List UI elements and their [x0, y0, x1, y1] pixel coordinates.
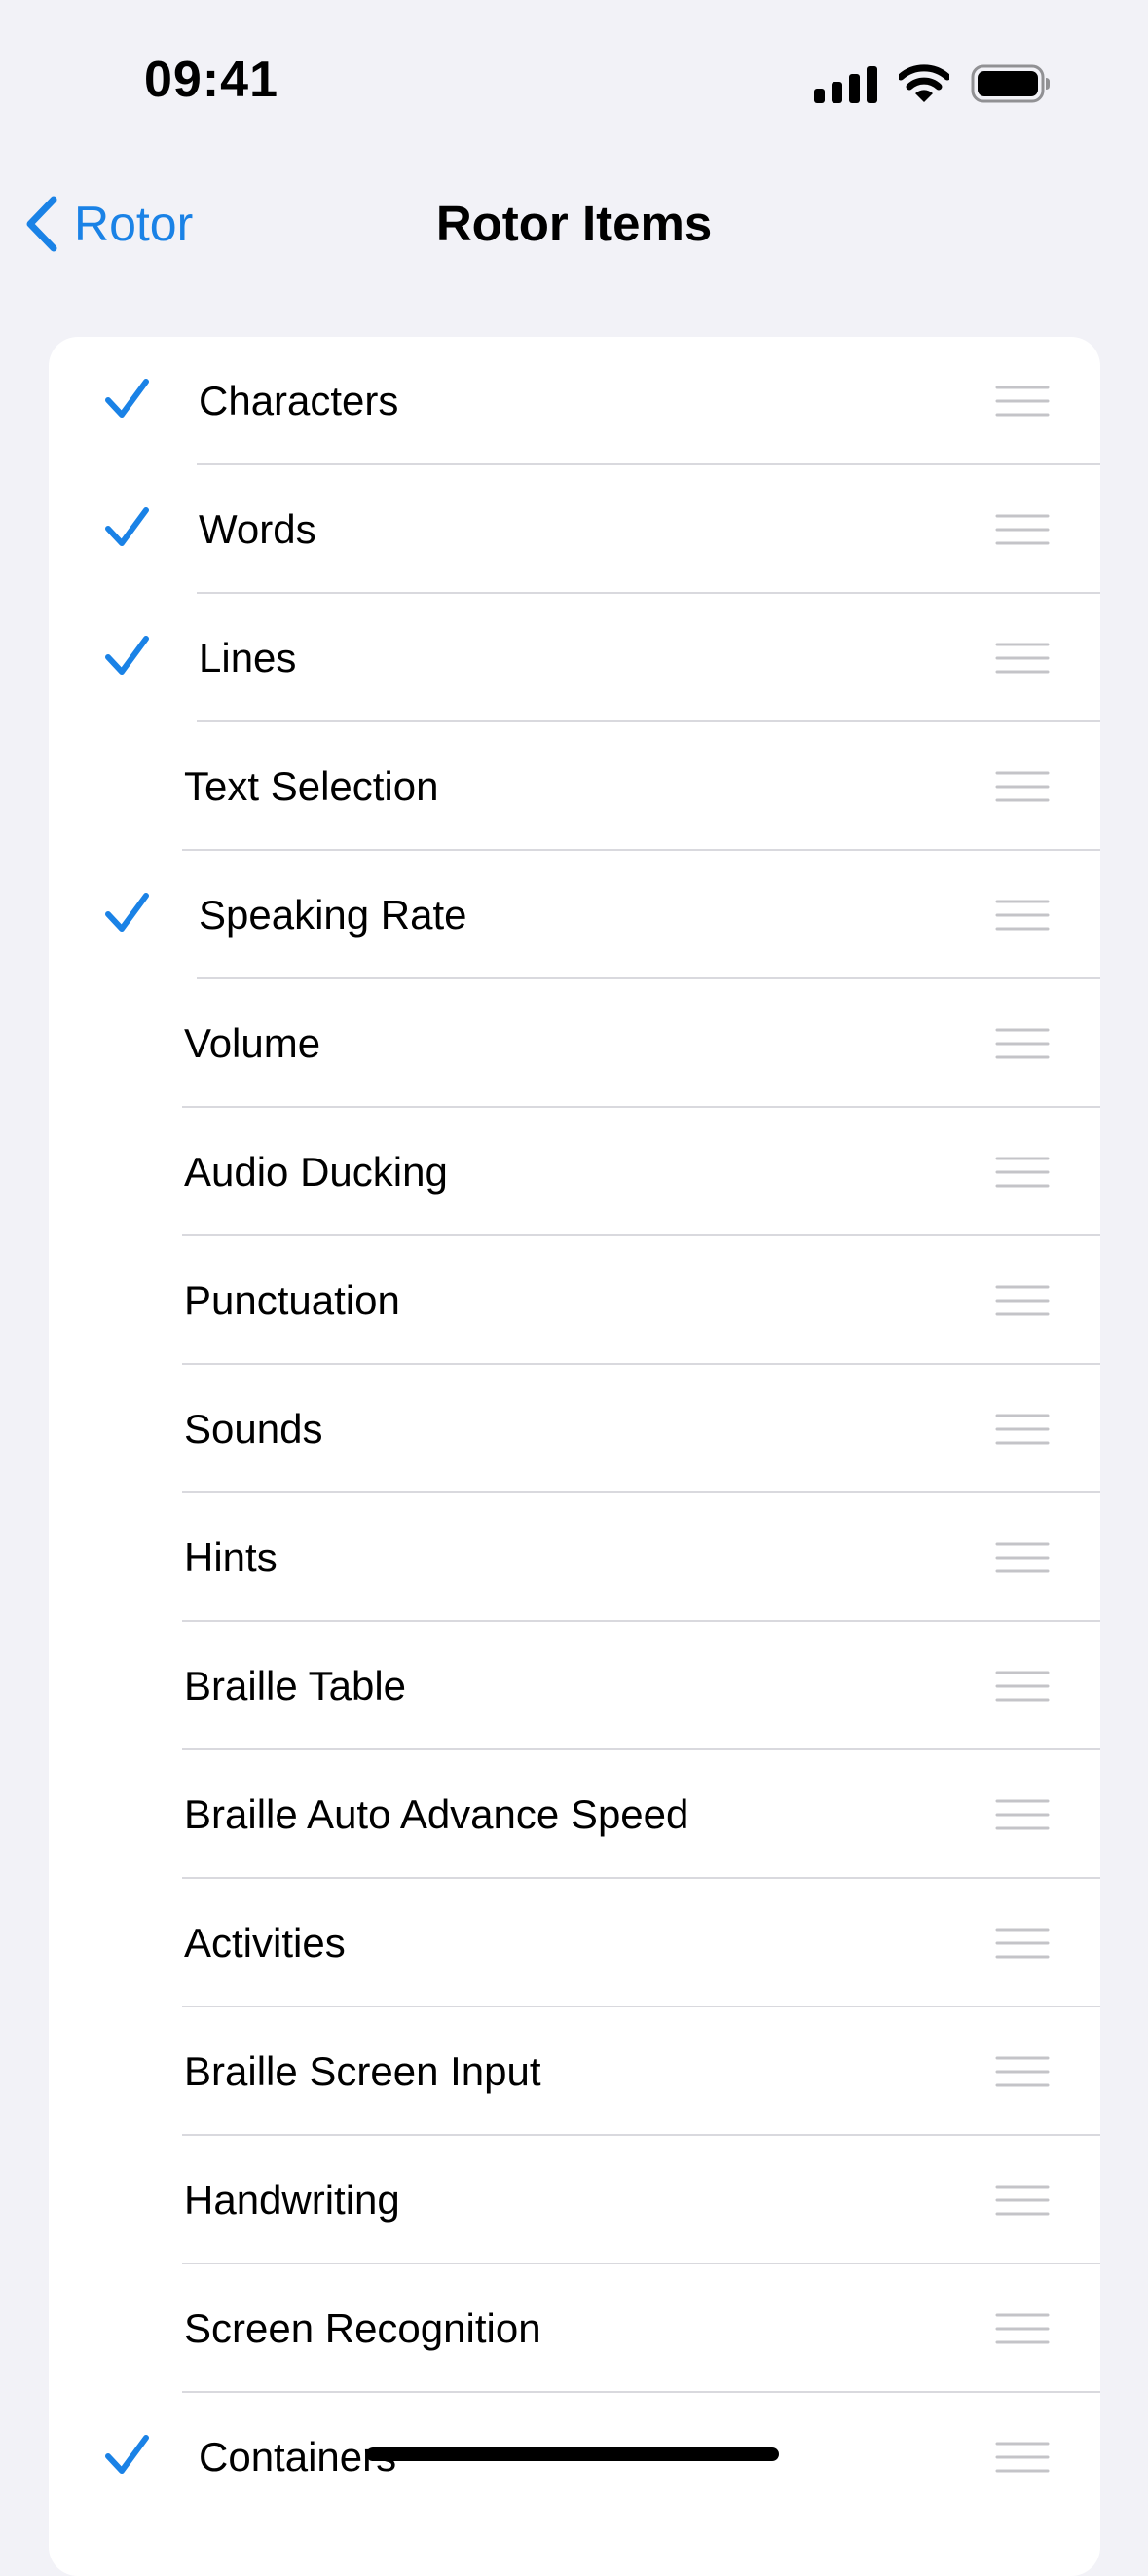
rotor-item-label: Handwriting [184, 2177, 400, 2223]
rotor-item-activities[interactable]: Activities [49, 1879, 1100, 2007]
battery-icon [971, 64, 1050, 103]
reorder-handle-icon[interactable] [995, 897, 1050, 934]
reorder-handle-icon[interactable] [995, 768, 1050, 805]
status-time: 09:41 [144, 52, 278, 108]
rotor-item-braille-screen-input[interactable]: Braille Screen Input [49, 2007, 1100, 2136]
rotor-item-label: Lines [199, 635, 297, 681]
rotor-item-words[interactable]: Words [49, 465, 1100, 594]
rotor-item-audio-ducking[interactable]: Audio Ducking [49, 1108, 1100, 1236]
rotor-item-label: Text Selection [184, 763, 439, 809]
cellular-signal-icon [814, 64, 877, 103]
reorder-handle-icon[interactable] [995, 383, 1050, 420]
rotor-item-volume[interactable]: Volume [49, 979, 1100, 1108]
reorder-handle-icon[interactable] [995, 1025, 1050, 1062]
reorder-handle-icon[interactable] [995, 2182, 1050, 2219]
reorder-handle-icon[interactable] [995, 2310, 1050, 2347]
checkmark-icon [105, 2435, 149, 2474]
reorder-handle-icon[interactable] [995, 640, 1050, 677]
rotor-item-punctuation[interactable]: Punctuation [49, 1236, 1100, 1365]
rotor-item-label: Audio Ducking [184, 1149, 448, 1195]
reorder-handle-icon[interactable] [995, 2053, 1050, 2090]
rotor-item-braille-table[interactable]: Braille Table [49, 1622, 1100, 1750]
rotor-item-label: Activities [184, 1920, 346, 1966]
status-icons [814, 60, 1051, 107]
rotor-item-screen-recognition[interactable]: Screen Recognition [49, 2264, 1100, 2393]
rotor-item-label: Words [199, 506, 316, 552]
rotor-item-lines[interactable]: Lines [49, 594, 1100, 722]
reorder-handle-icon[interactable] [995, 1154, 1050, 1191]
rotor-item-label: Characters [199, 378, 399, 423]
rotor-item-speaking-rate[interactable]: Speaking Rate [49, 851, 1100, 979]
checkmark-icon [105, 636, 149, 675]
page-title: Rotor Items [435, 196, 713, 251]
checkmark-icon [105, 893, 149, 932]
checkmark-icon [105, 507, 149, 546]
reorder-handle-icon[interactable] [995, 511, 1050, 548]
rotor-item-braille-auto-advance-speed[interactable]: Braille Auto Advance Speed [49, 1750, 1100, 1879]
reorder-handle-icon[interactable] [995, 2439, 1050, 2476]
rotor-item-text-selection[interactable]: Text Selection [49, 722, 1100, 851]
status-bar: 09:41 [0, 0, 1148, 166]
rotor-item-sounds[interactable]: Sounds [49, 1365, 1100, 1493]
rotor-item-label: Braille Screen Input [184, 2048, 541, 2094]
rotor-item-hints[interactable]: Hints [49, 1493, 1100, 1622]
rotor-item-handwriting[interactable]: Handwriting [49, 2136, 1100, 2264]
rotor-item-label: Speaking Rate [199, 892, 467, 938]
reorder-handle-icon[interactable] [995, 1668, 1050, 1705]
wifi-icon [899, 64, 949, 102]
reorder-handle-icon[interactable] [995, 1282, 1050, 1319]
reorder-handle-icon[interactable] [995, 1796, 1050, 1833]
rotor-item-label: Punctuation [184, 1277, 400, 1323]
rotor-item-label: Hints [184, 1534, 278, 1580]
rotor-item-label: Braille Table [184, 1663, 407, 1709]
rotor-items-list: Characters Words Lines Text Selection Sp… [49, 337, 1100, 2576]
navigation-bar: Rotor Rotor Items [0, 166, 1148, 282]
checkmark-icon [105, 379, 149, 418]
reorder-handle-icon[interactable] [995, 1925, 1050, 1962]
rotor-item-characters[interactable]: Characters [49, 337, 1100, 465]
reorder-handle-icon[interactable] [995, 1411, 1050, 1448]
rotor-item-label: Volume [184, 1020, 321, 1066]
rotor-item-label: Sounds [184, 1406, 323, 1452]
home-indicator[interactable] [366, 2447, 779, 2461]
rotor-item-label: Braille Auto Advance Speed [184, 1791, 689, 1837]
reorder-handle-icon[interactable] [995, 1539, 1050, 1576]
rotor-item-label: Screen Recognition [184, 2305, 541, 2351]
